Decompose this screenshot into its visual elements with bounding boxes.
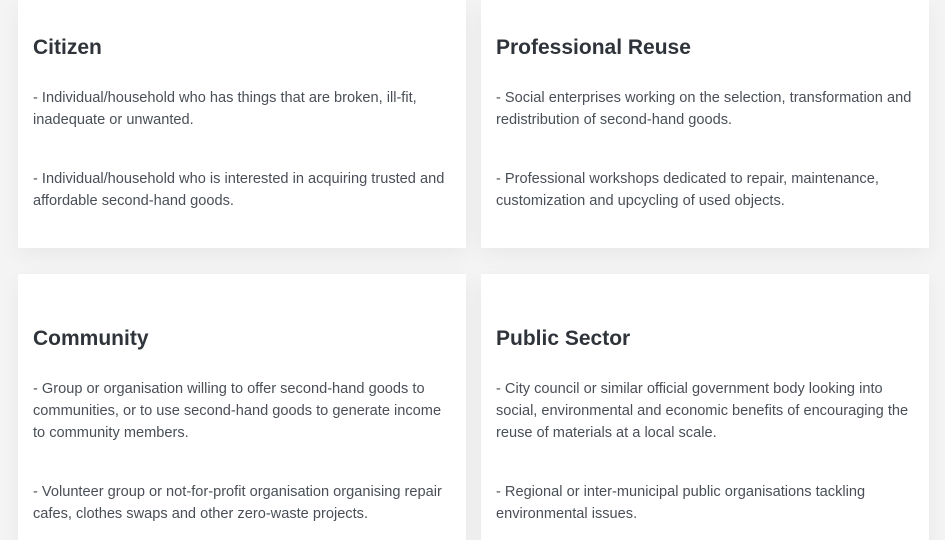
- card-item: - Individual/household who has things th…: [33, 90, 417, 128]
- stakeholder-grid: Citizen - Individual/household who has t…: [0, 0, 945, 540]
- card-title: Professional Reuse: [496, 36, 691, 59]
- card-title: Citizen: [33, 36, 102, 59]
- card-title: Public Sector: [496, 327, 631, 350]
- card-community: Community - Group or organisation willin…: [18, 274, 466, 540]
- card-citizen: Citizen - Individual/household who has t…: [18, 0, 466, 248]
- card-item: - Professional workshops dedicated to re…: [496, 171, 879, 209]
- card-public-sector: Public Sector - City council or similar …: [481, 274, 929, 540]
- card-item: - Regional or inter-municipal public org…: [496, 484, 866, 522]
- card-item: - Group or organisation willing to offer…: [33, 381, 442, 441]
- card-item: - Volunteer group or not-for-profit orga…: [33, 484, 442, 522]
- card-item: - Social enterprises working on the sele…: [496, 90, 912, 128]
- card-item: - City council or similar official gover…: [496, 381, 909, 441]
- card-professional-reuse: Professional Reuse - Social enterprises …: [481, 0, 929, 248]
- card-item: - Individual/household who is interested…: [33, 171, 445, 209]
- card-title: Community: [33, 327, 149, 350]
